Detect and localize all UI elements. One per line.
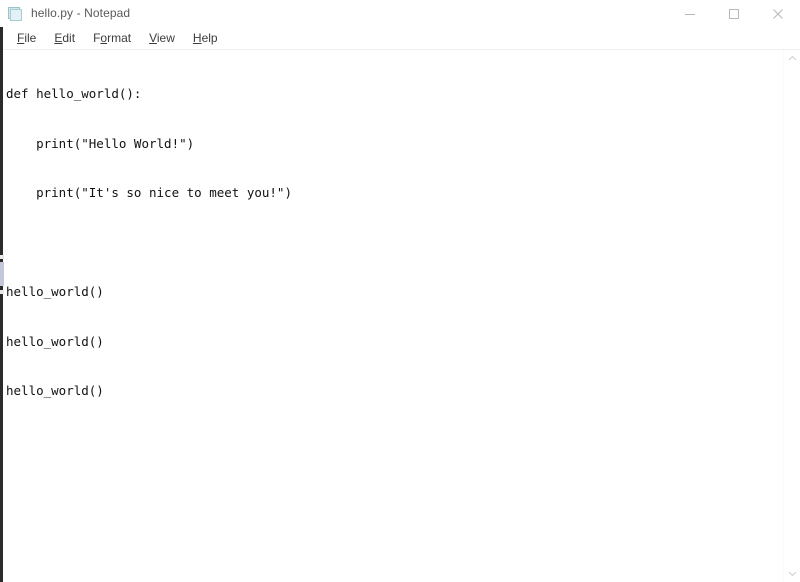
code-line: print("Hello World!") — [6, 135, 195, 151]
code-line: hello_world() — [6, 333, 104, 349]
menu-item-view-accesskey: V — [149, 31, 157, 45]
window-title: hello.py - Notepad — [31, 6, 131, 20]
notepad-icon — [7, 6, 23, 22]
maximize-icon — [729, 8, 739, 19]
title-bar[interactable]: hello.py - Notepad — [0, 0, 800, 27]
menu-item-help-label: elp — [201, 31, 218, 45]
chevron-up-icon — [788, 55, 796, 61]
close-icon — [773, 8, 783, 19]
menu-item-file-label: ile — [24, 31, 37, 45]
menu-item-edit-label: dit — [62, 31, 76, 45]
code-line: print("It's so nice to meet you!") — [6, 185, 292, 200]
menu-item-format[interactable]: Format — [84, 27, 140, 49]
menu-bar: File Edit Format View Help — [0, 27, 800, 50]
menu-item-view-label: iew — [156, 31, 175, 45]
vertical-scrollbar[interactable] — [783, 50, 800, 582]
chevron-down-icon — [788, 571, 796, 577]
editor-area[interactable]: def hello_world(): print("Hello World!")… — [0, 50, 800, 582]
scroll-up-button[interactable] — [784, 50, 800, 67]
notepad-icon-front — [10, 8, 22, 21]
notepad-window: hello.py - Notepad File Edit Format View… — [0, 0, 800, 582]
maximize-button[interactable] — [712, 0, 756, 27]
menu-item-help[interactable]: Help — [184, 27, 227, 49]
code-line: hello_world() — [6, 383, 104, 398]
menu-item-format-label: rmat — [107, 31, 132, 45]
text-editor-content[interactable]: def hello_world(): print("Hello World!")… — [6, 53, 778, 433]
menu-item-edit[interactable]: Edit — [45, 27, 84, 49]
menu-item-view[interactable]: View — [140, 27, 184, 49]
scroll-down-button[interactable] — [784, 565, 800, 582]
minimize-button[interactable] — [668, 0, 712, 27]
window-controls — [668, 0, 800, 27]
menu-item-help-accesskey: H — [192, 31, 202, 45]
menu-item-file[interactable]: File — [8, 27, 45, 49]
code-line: def hello_world(): — [6, 86, 142, 101]
close-button[interactable] — [756, 0, 800, 27]
code-line: hello_world() — [6, 284, 104, 299]
minimize-icon — [685, 13, 695, 15]
